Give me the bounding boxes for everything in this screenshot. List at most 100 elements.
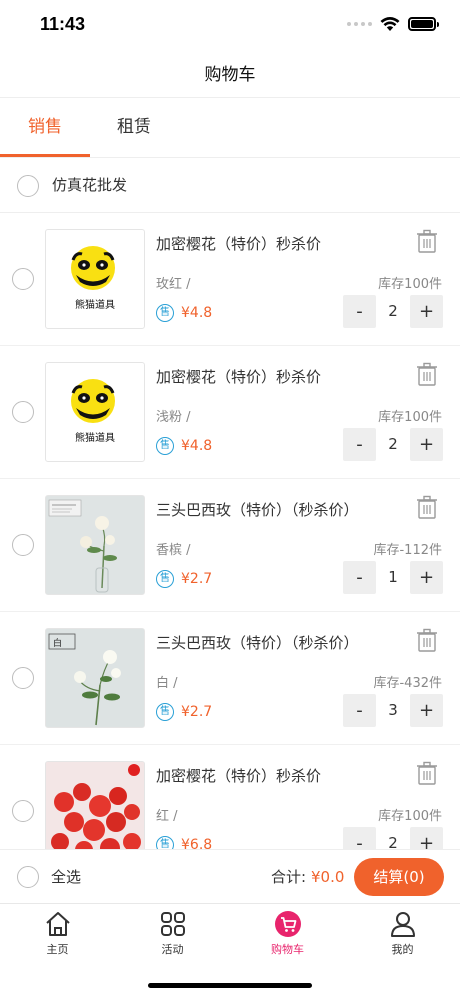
item-select-radio[interactable]	[12, 534, 34, 556]
tab-sale[interactable]: 销售	[0, 99, 90, 157]
cart-item: 熊猫道具 加密樱花（特价）秒杀价 玫红 / 库存100件 售 ¥4.8 - 2 …	[0, 213, 460, 346]
color-tag: 白	[53, 639, 63, 649]
user-icon	[390, 912, 415, 937]
item-stock: 库存100件	[378, 809, 442, 824]
qty-value[interactable]: 3	[376, 694, 410, 727]
cart-item: 熊猫道具 加密樱花（特价）秒杀价 浅粉 / 库存100件 售 ¥4.8 - 2 …	[0, 346, 460, 479]
qty-plus-button[interactable]: +	[410, 827, 443, 849]
tabbar-label: 主页	[46, 943, 69, 956]
qty-minus-button[interactable]: -	[343, 428, 376, 461]
item-spec: 白 /	[156, 676, 178, 691]
nav-bar: 购物车	[0, 52, 460, 98]
item-price: ¥4.8	[181, 305, 213, 321]
item-title[interactable]: 加密樱花（特价）秒杀价	[156, 366, 321, 387]
item-title[interactable]: 三头巴西玫（特价）（秒杀价）	[156, 499, 359, 520]
trash-icon[interactable]	[416, 761, 438, 785]
cart-item: 白 三头巴西玫（特价）（秒杀价） 白 / 库存-432件 售 ¥2.7 - 3 …	[0, 612, 460, 745]
item-stock: 库存-432件	[373, 676, 442, 691]
item-price: ¥2.7	[181, 704, 213, 720]
tabbar-item-cart[interactable]: 购物车	[230, 910, 345, 966]
qty-plus-button[interactable]: +	[410, 561, 443, 594]
item-spec: 香槟 /	[156, 543, 191, 558]
sale-badge: 售	[156, 570, 174, 588]
item-stock: 库存100件	[378, 277, 442, 292]
red-blossom-photo	[46, 762, 144, 849]
item-select-radio[interactable]	[12, 800, 34, 822]
qty-value[interactable]: 2	[376, 827, 410, 849]
sale-badge: 售	[156, 304, 174, 322]
item-title[interactable]: 加密樱花（特价）秒杀价	[156, 765, 321, 786]
qty-value[interactable]: 2	[376, 295, 410, 328]
item-spec: 红 /	[156, 809, 178, 824]
product-image[interactable]	[45, 495, 145, 595]
qty-plus-button[interactable]: +	[410, 428, 443, 461]
shop-select-radio[interactable]	[17, 175, 39, 197]
product-image[interactable]: 白	[45, 628, 145, 728]
sale-badge: 售	[156, 703, 174, 721]
page-title: 购物车	[204, 65, 256, 85]
qty-plus-button[interactable]: +	[410, 694, 443, 727]
qty-plus-button[interactable]: +	[410, 295, 443, 328]
status-time: 11:43	[40, 14, 86, 34]
select-all-radio[interactable]	[17, 866, 39, 888]
home-icon	[45, 912, 70, 936]
segment-tabs: 销售 租赁	[0, 99, 460, 157]
shop-header: 仿真花批发	[0, 157, 460, 213]
tabbar-label: 购物车	[271, 943, 304, 956]
wifi-icon	[380, 17, 400, 31]
item-select-radio[interactable]	[12, 268, 34, 290]
qty-minus-button[interactable]: -	[343, 561, 376, 594]
qty-minus-button[interactable]: -	[343, 694, 376, 727]
tabbar-item-activity[interactable]: 活动	[115, 910, 230, 966]
cart-icon	[274, 911, 301, 937]
trash-icon[interactable]	[416, 229, 438, 253]
logo-text: 熊猫道具	[75, 433, 115, 444]
checkout-bar: 全选 合计: ¥0.0 结算(0)	[0, 849, 460, 903]
checkout-button[interactable]: 结算(0)	[354, 858, 444, 896]
signal-icon	[347, 22, 372, 26]
item-spec: 浅粉 /	[156, 410, 191, 425]
item-spec: 玫红 /	[156, 277, 191, 292]
home-indicator	[148, 983, 312, 988]
select-all-label[interactable]: 全选	[51, 850, 81, 904]
status-icons	[347, 16, 439, 32]
bottom-tab-bar: 主页 活动 购物车 我的	[0, 903, 460, 996]
tabbar-item-mine[interactable]: 我的	[345, 910, 460, 966]
sale-badge: 售	[156, 437, 174, 455]
item-select-radio[interactable]	[12, 667, 34, 689]
item-title[interactable]: 三头巴西玫（特价）（秒杀价）	[156, 632, 359, 653]
cart-item: 加密樱花（特价）秒杀价 红 / 库存100件 售 ¥6.8 - 2 +	[0, 745, 460, 849]
total-value: ¥0.0	[311, 868, 345, 886]
shop-name: 仿真花批发	[52, 176, 128, 194]
item-title[interactable]: 加密樱花（特价）秒杀价	[156, 233, 321, 254]
qty-value[interactable]: 2	[376, 428, 410, 461]
item-select-radio[interactable]	[12, 401, 34, 423]
grid-icon	[160, 912, 185, 936]
status-bar: 11:43	[0, 0, 460, 52]
trash-icon[interactable]	[416, 495, 438, 519]
qty-value[interactable]: 1	[376, 561, 410, 594]
panda-logo-image	[71, 379, 115, 423]
trash-icon[interactable]	[416, 362, 438, 386]
product-image[interactable]: 熊猫道具	[45, 362, 145, 462]
tab-rent[interactable]: 租赁	[90, 99, 178, 157]
item-price: ¥4.8	[181, 438, 213, 454]
product-image[interactable]: 熊猫道具	[45, 229, 145, 329]
sale-badge: 售	[156, 836, 174, 849]
qty-minus-button[interactable]: -	[343, 295, 376, 328]
item-stock: 库存100件	[378, 410, 442, 425]
white-rose-photo	[46, 496, 144, 594]
item-price: ¥6.8	[181, 837, 213, 849]
item-price: ¥2.7	[181, 571, 213, 587]
battery-icon	[408, 17, 439, 31]
tabbar-label: 我的	[391, 943, 414, 956]
tabbar-item-home[interactable]: 主页	[0, 910, 115, 966]
qty-minus-button[interactable]: -	[343, 827, 376, 849]
tabbar-label: 活动	[161, 943, 184, 956]
panda-logo-image	[71, 246, 115, 290]
product-image[interactable]	[45, 761, 145, 849]
item-stock: 库存-112件	[373, 543, 442, 558]
cart-list[interactable]: 熊猫道具 加密樱花（特价）秒杀价 玫红 / 库存100件 售 ¥4.8 - 2 …	[0, 213, 460, 849]
logo-text: 熊猫道具	[75, 300, 115, 311]
trash-icon[interactable]	[416, 628, 438, 652]
